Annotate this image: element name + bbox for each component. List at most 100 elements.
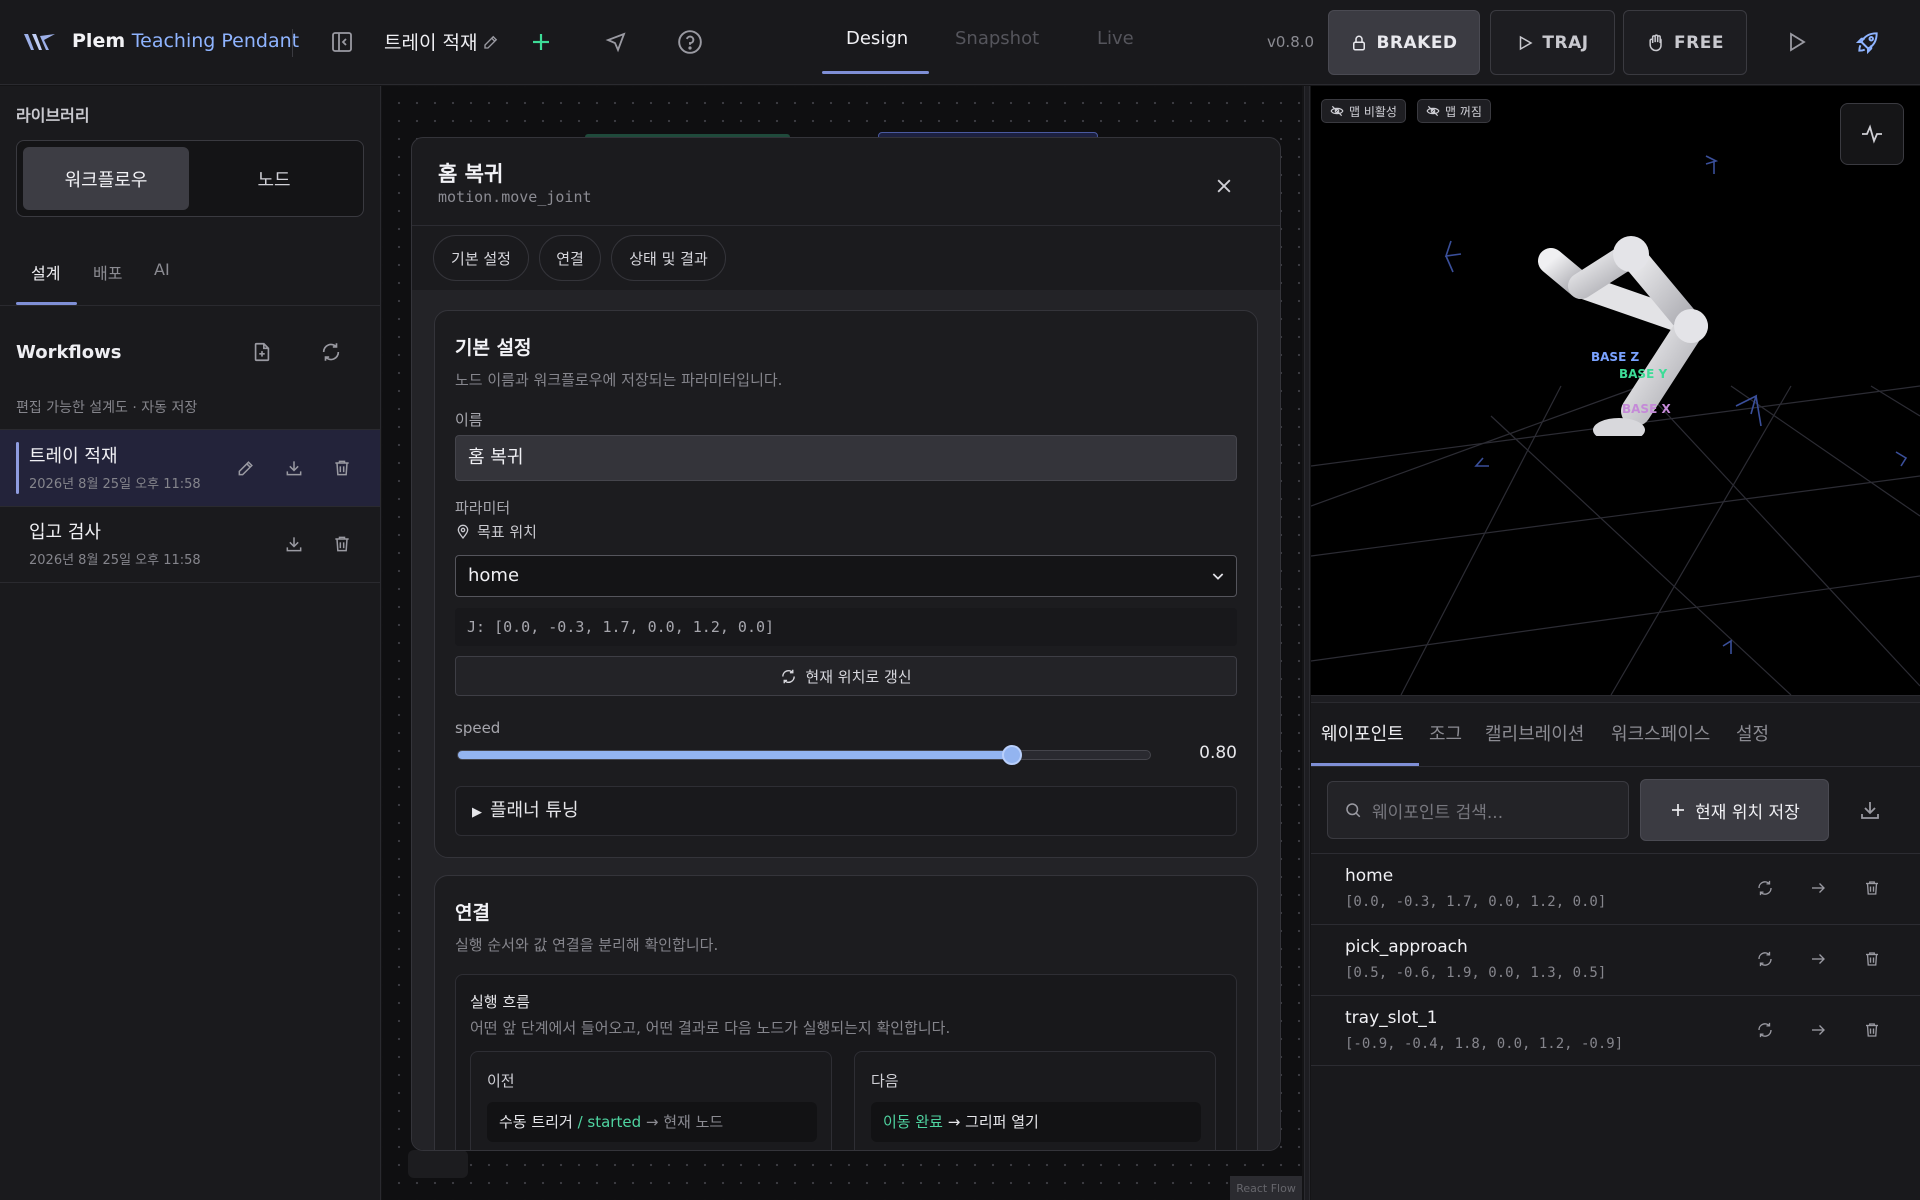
modal-tab-basic[interactable]: 기본 설정	[433, 235, 529, 281]
eye-off-icon	[1426, 105, 1440, 117]
waypoint-row[interactable]: home [0.0, -0.3, 1.7, 0.0, 1.2, 0.0]	[1311, 853, 1920, 924]
planner-tuning-toggle[interactable]: ▶ 플래너 튜닝	[455, 786, 1237, 836]
tab-calibration[interactable]: 캘리브레이션	[1485, 720, 1584, 746]
joint-readout: J: [0.0, -0.3, 1.7, 0.0, 1.2, 0.0]	[455, 608, 1237, 646]
waypoint-search-input[interactable]: 웨이포인트 검색...	[1327, 781, 1629, 839]
traj-button[interactable]: TRAJ	[1490, 10, 1615, 75]
telemetry-button[interactable]	[1840, 103, 1904, 165]
speed-slider[interactable]	[457, 745, 1151, 765]
target-position-select[interactable]: home	[455, 555, 1237, 597]
cursor-pointer-icon	[605, 32, 626, 53]
update-waypoint-button[interactable]	[1751, 874, 1779, 902]
modal-body: 기본 설정 노드 이름과 워크플로우에 저장되는 파라미터입니다. 이름 홈 복…	[412, 290, 1280, 1150]
braked-button[interactable]: BRAKED	[1328, 10, 1480, 75]
download-workflow-button[interactable]	[280, 454, 308, 482]
modal-tab-connection[interactable]: 연결	[539, 235, 601, 281]
workflow-item-inbound[interactable]: 입고 검사 2026년 8월 25일 오후 11:58	[0, 506, 380, 582]
play-outline-icon	[1520, 35, 1533, 50]
modal-tab-status[interactable]: 상태 및 결과	[611, 235, 726, 281]
pencil-icon	[238, 461, 253, 476]
download-icon	[286, 461, 302, 476]
workflow-title[interactable]: 트레이 적재	[384, 28, 477, 55]
previous-column: 이전 수동 트리거 / started → 현재 노드	[470, 1051, 832, 1150]
hand-icon	[1649, 33, 1662, 51]
add-node-button[interactable]	[521, 22, 561, 62]
tab-jog[interactable]: 조그	[1429, 720, 1462, 746]
prev-source: 수동 트리거	[499, 1113, 573, 1131]
select-tool-button[interactable]	[596, 22, 636, 62]
delete-waypoint-button[interactable]	[1858, 945, 1886, 973]
workflow-item-tray[interactable]: 트레이 적재 2026년 8월 25일 오후 11:58	[0, 430, 380, 506]
panel-resizer[interactable]	[1311, 695, 1920, 703]
refresh-workflows-button[interactable]	[311, 332, 351, 372]
trash-icon	[1866, 1023, 1878, 1037]
new-workflow-button[interactable]	[242, 332, 282, 372]
plus-icon	[533, 34, 549, 50]
delete-workflow-button[interactable]	[328, 454, 356, 482]
segment-node[interactable]: 노드	[191, 147, 357, 210]
mode-tab-design[interactable]: Design	[846, 28, 908, 49]
waypoint-name: pick_approach	[1345, 937, 1468, 957]
rename-pencil-icon[interactable]	[482, 33, 500, 51]
map-disabled-chip[interactable]: 맵 비활성	[1321, 99, 1406, 123]
toggle-sidebar-button[interactable]	[322, 22, 362, 62]
prev-event: started	[587, 1113, 642, 1131]
tab-waypoints[interactable]: 웨이포인트	[1321, 720, 1404, 746]
speed-slider-thumb[interactable]	[1001, 745, 1022, 765]
waypoint-row[interactable]: tray_slot_1 [-0.9, -0.4, 1.8, 0.0, 1.2, …	[1311, 995, 1920, 1066]
update-waypoint-button[interactable]	[1751, 1016, 1779, 1044]
robot-3d-viewer[interactable]: BASE Z BASE Y BASE X 맵 비활성 맵 꺼짐	[1311, 86, 1920, 695]
axis-label-x: BASE X	[1622, 402, 1671, 416]
triangle-right-icon: ▶	[472, 805, 482, 820]
rename-workflow-button[interactable]	[232, 454, 260, 482]
go-to-waypoint-button[interactable]	[1804, 945, 1832, 973]
delete-workflow-button[interactable]	[328, 530, 356, 558]
trash-icon	[1866, 881, 1878, 895]
panel-resizer[interactable]	[1304, 86, 1310, 1200]
free-button[interactable]: FREE	[1623, 10, 1747, 75]
run-button[interactable]	[1776, 22, 1816, 62]
subtab-ai[interactable]: AI	[154, 260, 170, 279]
download-workflow-button[interactable]	[280, 530, 308, 558]
react-flow-attribution[interactable]: React Flow	[1230, 1176, 1302, 1200]
waypoint-row[interactable]: pick_approach [0.5, -0.6, 1.9, 0.0, 1.3,…	[1311, 924, 1920, 995]
refresh-icon	[782, 669, 796, 683]
delete-waypoint-button[interactable]	[1858, 1016, 1886, 1044]
save-position-label: 현재 위치 저장	[1695, 802, 1800, 823]
mode-tab-live[interactable]: Live	[1097, 28, 1134, 49]
map-off-chip[interactable]: 맵 꺼짐	[1417, 99, 1491, 123]
previous-link[interactable]: 수동 트리거 / started → 현재 노드	[487, 1102, 817, 1142]
subtab-deploy[interactable]: 배포	[93, 260, 122, 284]
library-title: 라이브러리	[16, 106, 90, 125]
update-waypoint-button[interactable]	[1751, 945, 1779, 973]
node-name-input[interactable]: 홈 복귀	[455, 435, 1237, 481]
flow-description: 어떤 앞 단계에서 들어오고, 어떤 결과로 다음 노드가 실행되는지 확인합니…	[470, 1019, 951, 1037]
waypoint-coords: [-0.9, -0.4, 1.8, 0.0, 1.2, -0.9]	[1345, 1036, 1624, 1052]
download-icon	[286, 537, 302, 552]
segment-workflow[interactable]: 워크플로우	[23, 147, 189, 210]
save-current-position-button[interactable]: 현재 위치 저장	[1640, 779, 1829, 841]
execution-flow-box: 실행 흐름 어떤 앞 단계에서 들어오고, 어떤 결과로 다음 노드가 실행되는…	[455, 974, 1237, 1150]
delete-waypoint-button[interactable]	[1858, 874, 1886, 902]
export-waypoints-button[interactable]	[1855, 795, 1885, 825]
waypoint-coords: [0.5, -0.6, 1.9, 0.0, 1.3, 0.5]	[1345, 965, 1607, 981]
close-icon	[1217, 179, 1231, 193]
refresh-icon	[1758, 1022, 1772, 1038]
traj-label: TRAJ	[1542, 32, 1589, 53]
arrow-right-icon	[1812, 954, 1825, 964]
refresh-current-position-button[interactable]: 현재 위치로 갱신	[455, 656, 1237, 696]
file-plus-icon	[254, 342, 270, 362]
subtab-design[interactable]: 설계	[31, 260, 60, 284]
speed-label: speed	[455, 719, 501, 737]
trash-icon	[335, 536, 349, 552]
tab-workspace[interactable]: 워크스페이스	[1611, 720, 1710, 746]
deploy-button[interactable]	[1848, 22, 1888, 62]
go-to-waypoint-button[interactable]	[1804, 874, 1832, 902]
help-button[interactable]	[670, 22, 710, 62]
go-to-waypoint-button[interactable]	[1804, 1016, 1832, 1044]
mode-tab-snapshot[interactable]: Snapshot	[955, 28, 1039, 49]
next-link[interactable]: 이동 완료 → 그리퍼 열기	[871, 1102, 1201, 1142]
tab-settings[interactable]: 설정	[1736, 720, 1769, 746]
modal-close-button[interactable]	[1206, 168, 1242, 204]
waypoint-name: tray_slot_1	[1345, 1008, 1438, 1028]
